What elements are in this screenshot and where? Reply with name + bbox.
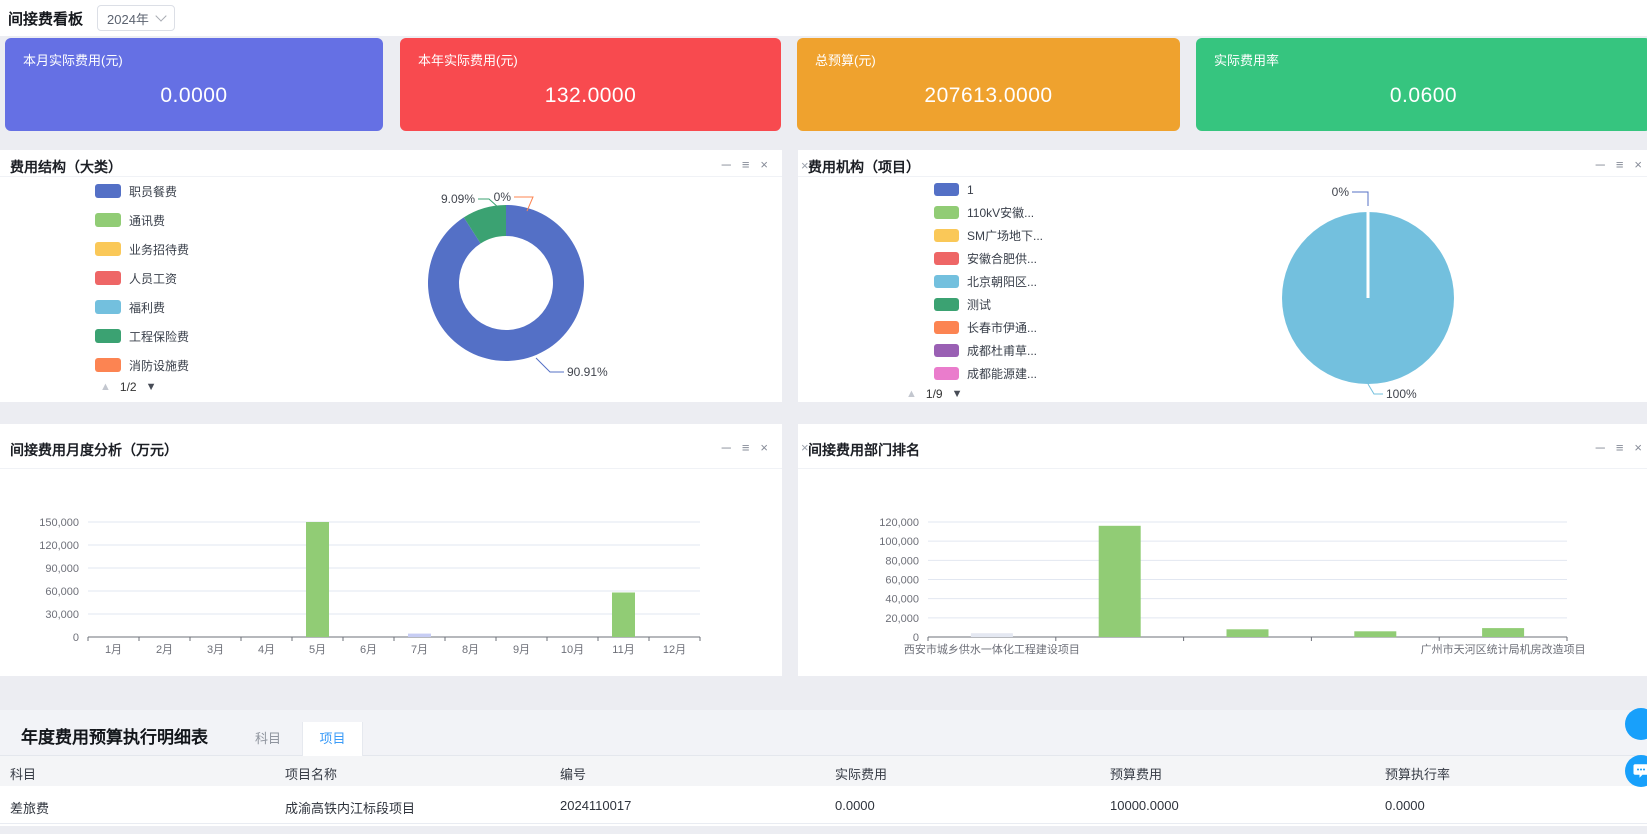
table-cell: 2024110017 [560,798,631,813]
bar[interactable] [1354,631,1396,637]
bar[interactable] [1227,629,1269,637]
table-tab-strip: 年度费用预算执行明细表 科目 项目 [0,710,1647,756]
kpi-value: 132.0000 [400,84,781,108]
kpi-card-year-actual: 本年实际费用(元) 132.0000 [400,38,781,131]
bar[interactable] [1099,526,1141,637]
tab-project[interactable]: 项目 [302,722,363,756]
column-header: 预算执行率 [1385,764,1450,783]
clipped-close-icon: × [801,158,809,173]
bar[interactable] [306,522,329,637]
table-cell: 10000.0000 [1110,798,1179,813]
top-header: 间接费看板 2024年 [0,0,1647,36]
pie-label: 9.09% [441,192,475,206]
kpi-label: 实际费用率 [1214,50,1279,69]
x-axis-tick-label: 1月 [105,644,122,656]
pie-label: 90.91% [567,365,608,379]
y-axis-tick-label: 100,000 [879,536,919,548]
clipped-close-icon: × [801,440,809,455]
y-axis-tick-label: 120,000 [39,540,79,552]
column-header: 实际费用 [835,764,887,783]
y-axis-tick-label: 20,000 [885,613,919,625]
x-axis-tick-label: 广州市天河区统计局机房改造项目 [1421,642,1586,656]
x-axis-tick-label: 7月 [411,644,428,656]
table-cell: 0.0000 [1385,798,1425,813]
cost-org-pie-chart: 0% 100% [798,150,1647,402]
x-axis-tick-label: 12月 [663,644,686,656]
y-axis-tick-label: 0 [913,632,919,644]
y-axis-tick-label: 60,000 [45,586,79,598]
x-axis-tick-label: 9月 [513,644,530,656]
kpi-value: 207613.0000 [797,84,1180,108]
panel-dept-ranking: 间接费用部门排名 ─ ≡ × 020,00040,00060,00080,000… [798,424,1647,676]
kpi-label: 总预算(元) [815,50,876,69]
x-axis-tick-label: 5月 [309,644,326,656]
table-title: 年度费用预算执行明细表 [21,723,208,748]
chevron-down-icon [155,10,166,21]
y-axis-tick-label: 40,000 [885,594,919,606]
x-axis-tick-label: 2月 [156,644,173,656]
year-selector-value: 2024年 [107,9,149,28]
kpi-card-month-actual: 本月实际费用(元) 0.0000 [5,38,383,131]
bar[interactable] [408,634,431,637]
y-axis-tick-label: 60,000 [885,575,919,587]
kpi-label: 本年实际费用(元) [418,50,518,69]
chat-bubble-icon [1632,762,1647,780]
pie-label: 0% [1332,185,1350,199]
pie-label: 0% [494,190,512,204]
panel-monthly-analysis: 间接费用月度分析（万元） ─ ≡ × 030,00060,00090,00012… [0,424,782,676]
kpi-value: 0.0000 [5,84,383,108]
y-axis-tick-label: 0 [73,632,79,644]
bar[interactable] [971,633,1013,637]
kpi-label: 本月实际费用(元) [23,50,123,69]
panel-cost-structure: 费用结构（大类） ─ ≡ × 职员餐费通讯费业务招待费人员工资福利费工程保险费消… [0,150,782,402]
x-axis-tick-label: 4月 [258,644,275,656]
x-axis-tick-label: 11月 [612,644,634,656]
x-axis-tick-label: 10月 [561,644,584,656]
panel-cost-org: 费用机构（项目） ─ ≡ × 1110kV安徽...SM广场地下...安徽合肥供… [798,150,1647,402]
page-title: 间接费看板 [8,8,83,29]
table-cell: 差旅费 [10,798,49,817]
y-axis-tick-label: 80,000 [885,555,919,567]
cost-structure-donut-chart: 90.91% 9.09% 0% [0,150,782,402]
budget-detail-table-panel: 年度费用预算执行明细表 科目 项目 科目项目名称编号实际费用预算费用预算执行率 … [0,710,1647,826]
y-axis-tick-label: 120,000 [879,517,919,529]
kpi-card-actual-rate: 实际费用率 0.0600 [1196,38,1647,131]
tab-subject[interactable]: 科目 [240,722,296,756]
dept-ranking-bar-chart: 0 20,000 40,000 60,000 80,000 100,000 120,000 西… [798,424,1647,676]
bar[interactable] [1482,628,1524,637]
monthly-bar-chart: 0 30,000 60,000 90,000 120,000 150,000 1月 2月 3月 4… [0,424,782,676]
table-cell: 成渝高铁内江标段项目 [285,798,415,817]
column-header: 编号 [560,764,586,783]
y-axis-tick-label: 150,000 [39,517,79,529]
column-header: 项目名称 [285,764,337,783]
table-row[interactable]: 差旅费 成渝高铁内江标段项目 2024110017 0.0000 10000.0000 0… [0,786,1647,824]
pie-label: 100% [1386,387,1417,401]
table-cell: 0.0000 [835,798,875,813]
bar[interactable] [612,593,635,638]
kpi-card-total-budget: 总预算(元) 207613.0000 [797,38,1180,131]
column-header: 预算费用 [1110,764,1162,783]
y-axis-tick-label: 30,000 [45,609,79,621]
kpi-value: 0.0600 [1196,84,1647,108]
x-axis-tick-label: 西安市城乡供水一体化工程建设项目 [904,642,1080,656]
y-axis-tick-label: 90,000 [45,563,79,575]
column-header: 科目 [10,764,36,783]
x-axis-tick-label: 6月 [360,644,377,656]
table-header-row: 科目 项目名称 编号 实际费用 预算费用 预算执行率 [0,756,1647,786]
year-selector[interactable]: 2024年 [97,5,175,31]
x-axis-tick-label: 3月 [207,644,224,656]
x-axis-tick-label: 8月 [462,644,479,656]
